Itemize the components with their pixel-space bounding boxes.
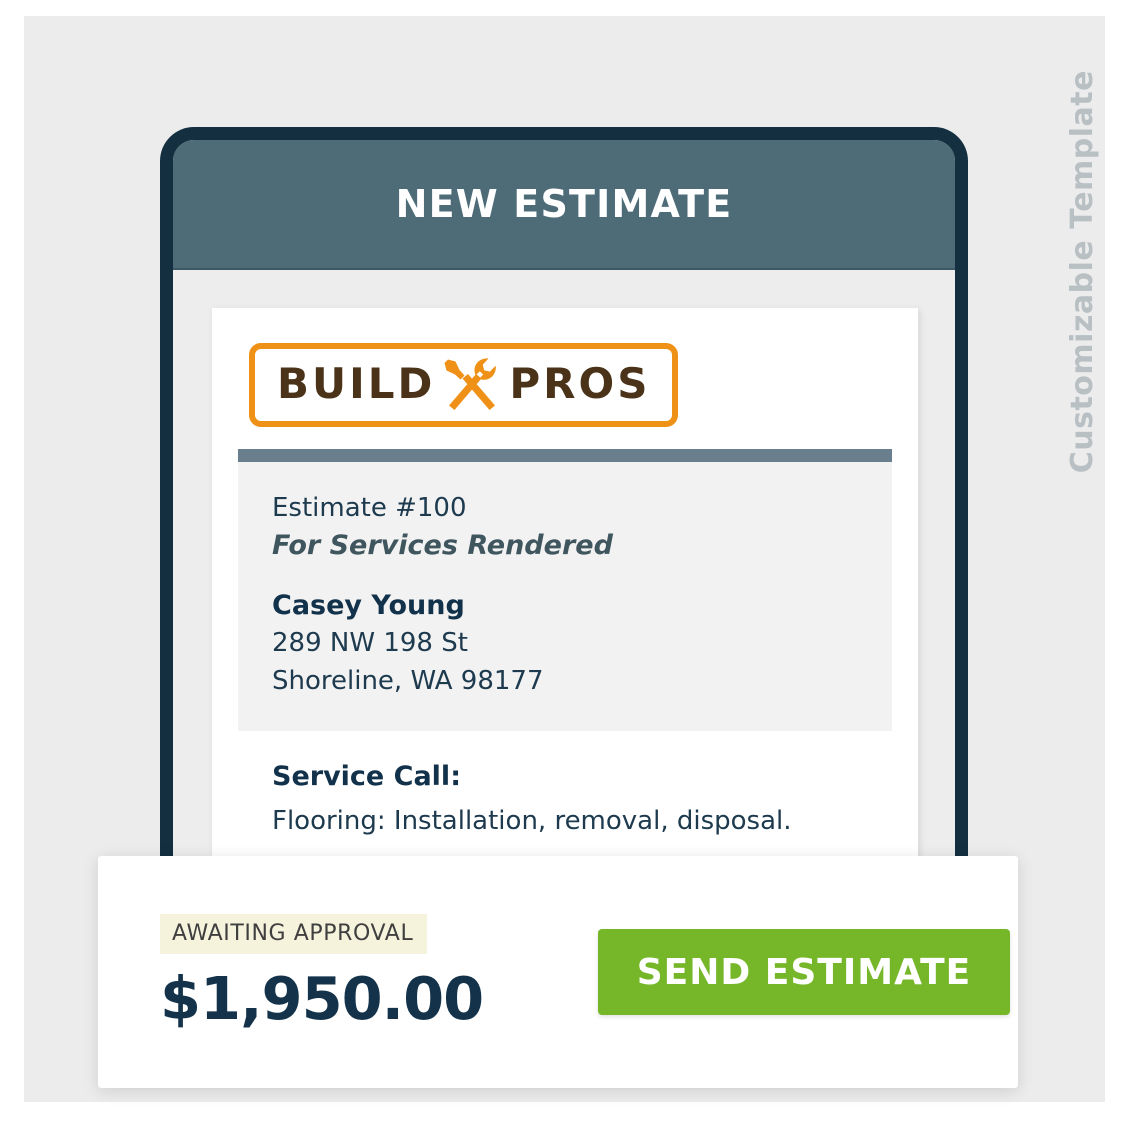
customizable-template-text: Customizable Template: [1065, 70, 1100, 474]
service-call-description: Flooring: Installation, removal, disposa…: [272, 806, 792, 837]
service-call-label: Service Call:: [272, 760, 461, 792]
logo-word-build: BUILD: [277, 359, 436, 408]
build-pros-logo: BUILD PROS: [249, 343, 679, 427]
device-header-bar: NEW ESTIMATE: [173, 140, 955, 270]
estimate-details-section: Estimate #100 For Services Rendered Case…: [238, 462, 892, 731]
estimate-action-card: AWAITING APPROVAL $1,950.00 SEND ESTIMAT…: [98, 856, 1018, 1088]
device-screen-body: BUILD PROS Estimate #100 For Services Re…: [173, 270, 955, 897]
logo-area: BUILD PROS: [212, 308, 918, 449]
device-mockup: NEW ESTIMATE BUILD PROS Estimate #100 Fo…: [160, 127, 968, 897]
page-title: NEW ESTIMATE: [395, 182, 733, 226]
estimate-document-card: BUILD PROS Estimate #100 For Services Re…: [212, 308, 918, 880]
customer-address-line-1: 289 NW 198 St: [272, 628, 468, 659]
logo-word-pros: PROS: [509, 359, 651, 408]
estimate-subtitle: For Services Rendered: [272, 529, 613, 561]
screenshot-stage: Customizable Template NEW ESTIMATE BUILD: [0, 0, 1128, 1128]
customer-name: Casey Young: [272, 590, 465, 622]
status-badge: AWAITING APPROVAL: [160, 914, 428, 955]
estimate-number: Estimate #100: [272, 493, 467, 523]
estimate-summary: AWAITING APPROVAL $1,950.00: [98, 914, 498, 1030]
send-estimate-button[interactable]: SEND ESTIMATE: [598, 929, 1010, 1015]
document-divider-bar: [238, 449, 892, 462]
wrench-screwdriver-icon: [443, 358, 501, 410]
customer-address-line-2: Shoreline, WA 98177: [272, 665, 544, 696]
estimate-total-amount: $1,950.00: [160, 964, 484, 1034]
customizable-template-label: Customizable Template: [1060, 70, 1106, 610]
